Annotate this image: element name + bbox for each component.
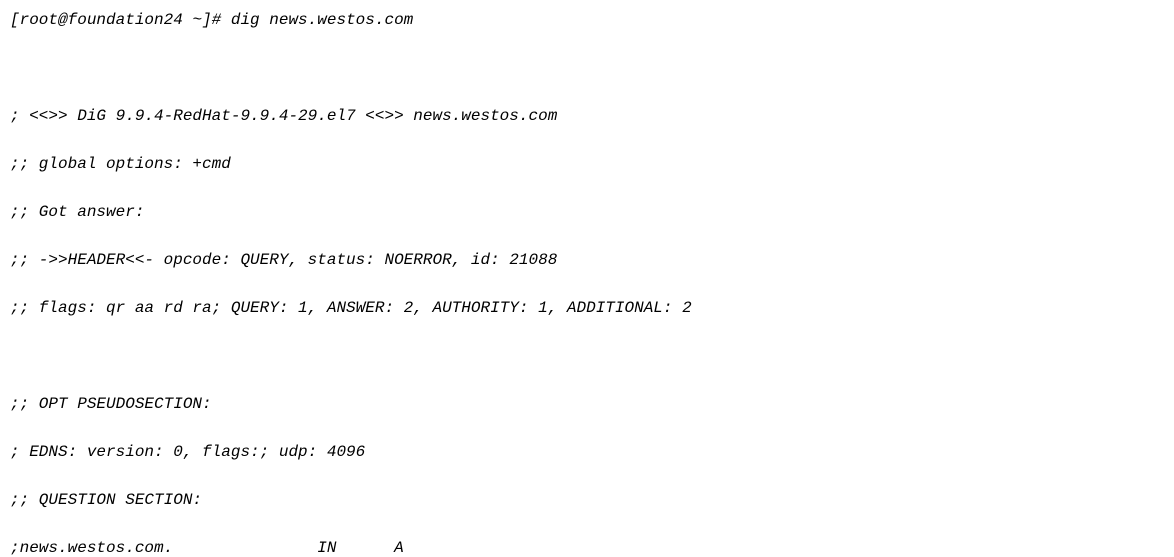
question-row: ;news.westos.com. IN A: [10, 536, 1164, 557]
got-answer: ;; Got answer:: [10, 200, 1164, 224]
edns-line: ; EDNS: version: 0, flags:; udp: 4096: [10, 440, 1164, 464]
terminal-output: [root@foundation24 ~]# dig news.westos.c…: [0, 0, 1174, 557]
command-text: dig news.westos.com: [231, 11, 413, 29]
prompt-line[interactable]: [root@foundation24 ~]# dig news.westos.c…: [10, 8, 1164, 32]
question-title: ;; QUESTION SECTION:: [10, 488, 1164, 512]
global-options: ;; global options: +cmd: [10, 152, 1164, 176]
blank-line: [10, 56, 1164, 80]
opt-title: ;; OPT PSEUDOSECTION:: [10, 392, 1164, 416]
header-status: ;; ->>HEADER<<- opcode: QUERY, status: N…: [10, 248, 1164, 272]
shell-prompt: [root@foundation24 ~]#: [10, 11, 231, 29]
flags-line: ;; flags: qr aa rd ra; QUERY: 1, ANSWER:…: [10, 296, 1164, 320]
dig-banner: ; <<>> DiG 9.9.4-RedHat-9.9.4-29.el7 <<>…: [10, 104, 1164, 128]
blank-line: [10, 344, 1164, 368]
